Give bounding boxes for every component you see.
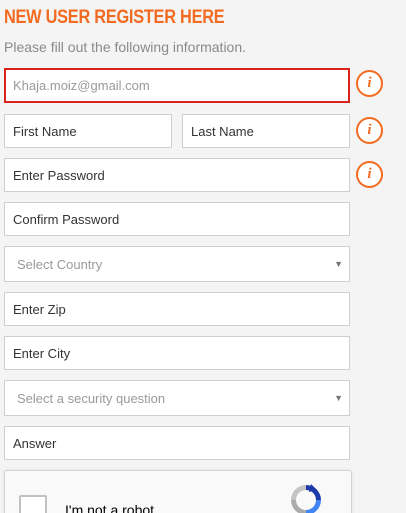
first-name-field[interactable]: First Name (4, 114, 172, 148)
info-icon[interactable]: i (356, 117, 383, 144)
page-title: NEW USER REGISTER HERE (4, 7, 225, 28)
first-name-placeholder: First Name (13, 123, 77, 139)
security-question-select[interactable]: Select a security question ▼ (4, 380, 350, 416)
email-value: Khaja.moiz@gmail.com (13, 78, 150, 93)
recaptcha-checkbox[interactable] (19, 495, 47, 513)
recaptcha-logo-icon (291, 484, 321, 513)
info-icon[interactable]: i (356, 70, 383, 97)
password-placeholder: Enter Password (13, 167, 105, 183)
registration-page: NEW USER REGISTER HERE Please fill out t… (0, 0, 406, 513)
recaptcha-label: I'm not a robot (65, 502, 155, 513)
last-name-field[interactable]: Last Name (182, 114, 350, 148)
zip-field[interactable]: Enter Zip (4, 292, 350, 326)
info-icon[interactable]: i (356, 161, 383, 188)
answer-field[interactable]: Answer (4, 426, 350, 460)
info-glyph: i (367, 166, 372, 182)
city-field[interactable]: Enter City (4, 336, 350, 370)
info-glyph: i (367, 75, 372, 91)
email-field[interactable]: Khaja.moiz@gmail.com (4, 68, 350, 103)
security-question-value: Select a security question (17, 390, 166, 406)
confirm-password-field[interactable]: Confirm Password (4, 202, 350, 236)
info-glyph: i (367, 122, 372, 138)
country-select-value: Select Country (17, 256, 103, 272)
password-field[interactable]: Enter Password (4, 158, 350, 192)
caret-down-icon: ▼ (334, 259, 343, 269)
recaptcha-widget: I'm not a robot (4, 470, 352, 513)
city-placeholder: Enter City (13, 345, 71, 361)
caret-down-icon: ▼ (334, 393, 343, 403)
country-select[interactable]: Select Country ▼ (4, 246, 350, 282)
answer-placeholder: Answer (13, 435, 57, 451)
last-name-placeholder: Last Name (191, 123, 254, 139)
confirm-password-placeholder: Confirm Password (13, 211, 120, 227)
zip-placeholder: Enter Zip (13, 301, 66, 317)
page-subtitle: Please fill out the following informatio… (4, 39, 247, 55)
